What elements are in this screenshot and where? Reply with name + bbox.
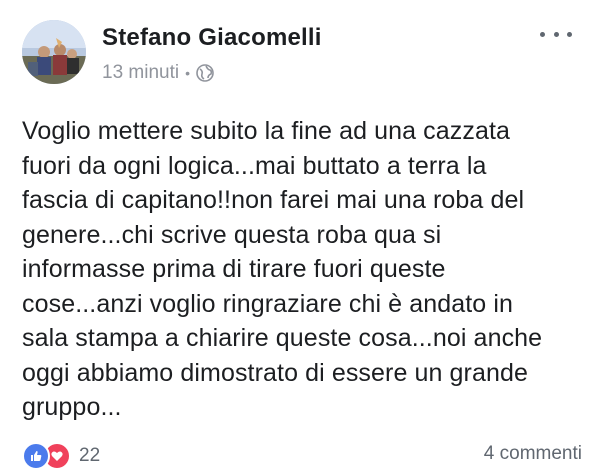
reaction-count: 22 [79,445,101,466]
globe-icon [196,64,214,82]
post-text: Voglio mettere subito la fine ad una caz… [22,117,543,421]
meta-separator: • [185,65,191,81]
reactions-summary[interactable]: 22 [22,442,100,470]
like-icon [22,442,50,470]
post-header: Stefano Giacomelli 13 minuti • [22,20,582,90]
comments-count[interactable]: 4 commenti [484,443,582,465]
author-name[interactable]: Stefano Giacomelli [102,24,322,52]
post-meta: 13 minuti • [102,62,214,84]
avatar[interactable] [22,20,86,84]
post-footer: 22 4 commenti [22,440,582,470]
post-time[interactable]: 13 minuti [102,62,179,84]
more-options-icon[interactable] [540,24,572,44]
